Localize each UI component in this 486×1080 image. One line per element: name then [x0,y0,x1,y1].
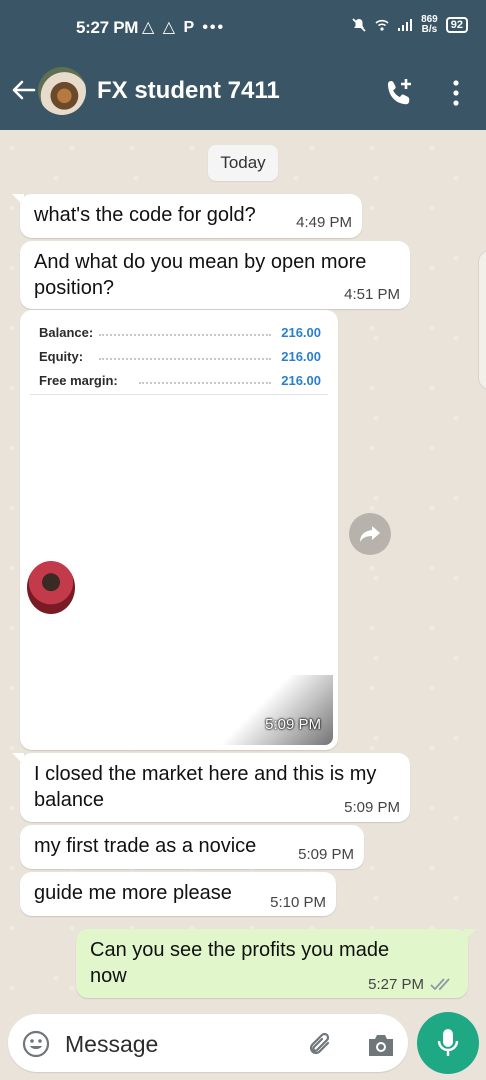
sender-avatar[interactable] [27,561,75,614]
forward-button[interactable] [349,513,391,555]
camera-icon[interactable] [366,1031,396,1059]
message-time: 4:49 PM [296,214,352,231]
net-speed: 869 B/s [421,15,438,35]
message-time: 5:09 PM [344,799,400,816]
free-margin-label: Free margin: [39,373,122,388]
more-options-icon[interactable] [447,79,465,107]
image-message[interactable]: Balance: 216.00 Equity: 216.00 Free marg… [20,310,338,750]
message-text: what's the code for gold? [34,204,256,226]
microphone-icon [437,1029,459,1056]
incoming-message[interactable]: guide me more please 5:10 PM [20,872,336,916]
free-margin-value: 216.00 [277,373,321,388]
message-text: guide me more please [34,882,232,904]
contact-avatar[interactable] [38,67,86,115]
status-bar: 5:27 PM △ △ P ••• 869 B/s 92 [0,0,486,55]
read-receipt-icon [430,978,450,991]
back-arrow-icon[interactable] [10,77,36,103]
bubble-tail [12,753,24,765]
divider [30,394,328,395]
signal-icon [398,19,413,31]
balance-label: Balance: [39,325,98,340]
message-text: I closed the market here and this is my … [34,763,377,811]
message-text: my first trade as a novice [34,835,257,857]
chat-header: FX student 7411 [0,55,486,130]
outgoing-message[interactable]: Can you see the profits you made now 5:2… [76,929,476,998]
voice-record-button[interactable] [417,1012,479,1074]
balance-value: 216.00 [277,325,321,340]
composer-bar: Message [0,1010,486,1080]
message-placeholder[interactable]: Message [65,1031,158,1058]
notification-icons: △ △ P ••• [142,19,226,36]
status-time: 5:27 PM [76,18,139,37]
message-input[interactable]: Message [8,1014,408,1072]
message-time: 5:27 PM [368,976,424,993]
message-time: 4:51 PM [344,286,400,303]
bubble-tail [464,929,476,941]
status-right: 869 B/s 92 [351,15,468,35]
scroll-handle[interactable] [478,250,486,390]
attach-icon[interactable] [306,1030,336,1060]
bubble-tail [12,194,24,206]
contact-name[interactable]: FX student 7411 [97,77,280,105]
incoming-message[interactable]: I closed the market here and this is my … [12,753,410,822]
emoji-icon[interactable] [22,1030,50,1058]
net-speed-unit: B/s [421,24,438,35]
incoming-message[interactable]: what's the code for gold? 4:49 PM [12,194,362,238]
free-margin-row: Free margin: 216.00 [39,371,321,391]
equity-row: Equity: 216.00 [39,347,321,367]
timestamp-shade [213,675,333,745]
image-message-time: 5:09 PM [265,716,321,733]
chat-area[interactable]: Today what's the code for gold? 4:49 PM … [0,130,486,1010]
equity-value: 216.00 [277,349,321,364]
wifi-icon [375,19,389,31]
balance-row: Balance: 216.00 [39,323,321,343]
equity-label: Equity: [39,349,88,364]
battery-indicator: 92 [445,17,468,33]
message-time: 5:09 PM [298,846,354,863]
incoming-message[interactable]: my first trade as a novice 5:09 PM [20,825,364,869]
add-call-icon[interactable] [385,77,415,107]
message-time: 5:10 PM [270,894,326,911]
mute-icon [352,18,366,32]
date-chip: Today [208,145,278,181]
incoming-message[interactable]: And what do you mean by open more positi… [20,241,410,309]
account-screenshot-image[interactable]: Balance: 216.00 Equity: 216.00 Free marg… [25,315,333,745]
forward-icon [360,526,380,542]
